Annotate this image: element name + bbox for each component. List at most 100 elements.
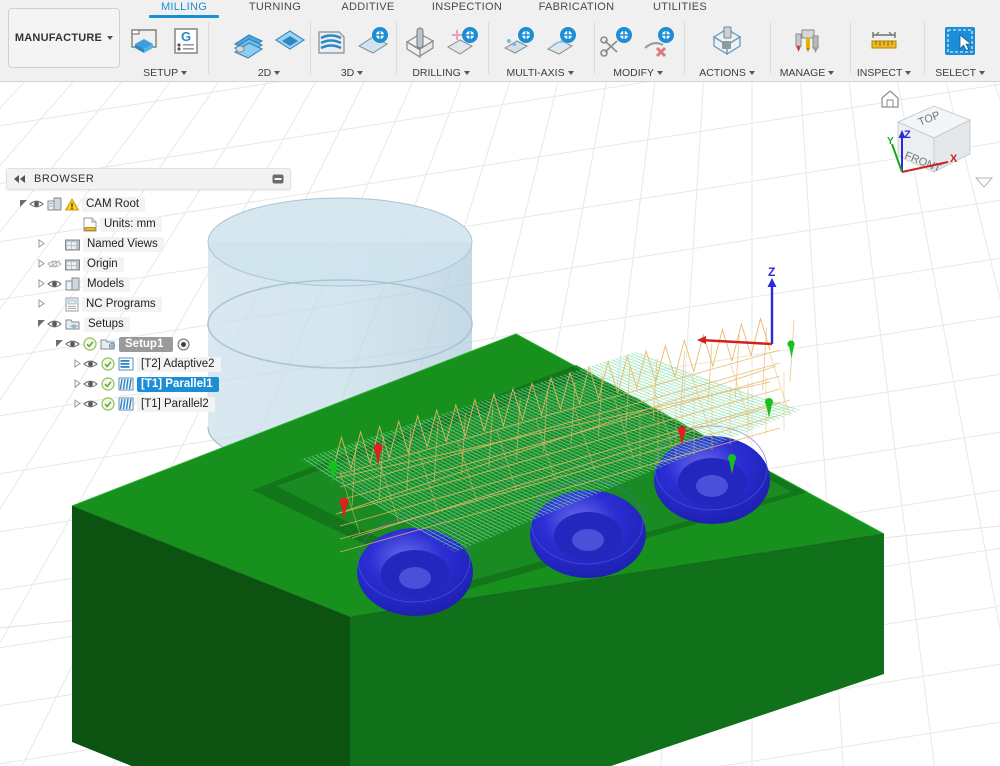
axis-y-label: Y [887,136,894,147]
tree-node-label[interactable]: Setup1 [119,336,174,352]
face-2d-icon[interactable] [229,22,267,60]
tree-node-units-mm[interactable]: Units: mm [6,214,291,234]
select-cursor-icon[interactable] [941,22,979,60]
chevron-down-icon [180,71,187,76]
panel-dropdown-drilling[interactable]: DRILLING [398,67,484,79]
tree-node-origin[interactable]: Origin [6,254,291,274]
ribbon-toolbar: MANUFACTURE MILLING TURNING ADDITIVE INSPEC… [0,0,1000,82]
panel-label: 3D [340,67,355,79]
wcs-origin-icon[interactable] [177,338,190,351]
adaptive-op-icon [118,357,134,371]
panel-dropdown-inspect[interactable]: INSPECT [848,67,920,79]
eye-visible-icon[interactable] [65,338,80,350]
tree-node-label[interactable]: Named Views [83,236,164,252]
ribbon-tab-inspection[interactable]: INSPECTION [427,1,507,13]
expand-toggle-closed-icon[interactable] [36,298,47,310]
expand-toggle-closed-icon[interactable] [36,278,47,290]
expand-toggle-open-icon[interactable] [18,199,29,210]
tree-node--t1-parallel2[interactable]: [T1] Parallel2 [6,394,291,414]
browser-header[interactable]: BROWSER [6,168,291,190]
panel-dropdown-select[interactable]: SELECT [924,67,996,79]
delete-icon[interactable] [640,22,678,60]
setup-node-icon [100,339,116,350]
ribbon-tab-turning[interactable]: TURNING [240,1,310,13]
eye-visible-icon[interactable] [83,398,98,410]
tree-node-label[interactable]: [T1] Parallel1 [137,376,219,392]
expand-toggle-closed-icon[interactable] [72,378,83,390]
tree-node--t1-parallel1[interactable]: [T1] Parallel1 [6,374,291,394]
expand-toggle-closed-icon[interactable] [36,258,47,270]
eye-visible-icon[interactable] [83,358,98,370]
status-ok-icon [101,377,115,391]
view-cube[interactable]: TOP FRONT Z Y X [858,82,998,202]
panel-dropdown-manage[interactable]: MANAGE [768,67,846,79]
expand-toggle-open-icon[interactable] [54,339,65,350]
panel-label: 2D [257,67,272,79]
expand-toggle-closed-icon[interactable] [72,398,83,410]
tree-node-label[interactable]: [T1] Parallel2 [137,396,215,412]
panel-dropdown-multi-axis[interactable]: MULTI-AXIS [490,67,590,79]
tree-node-label[interactable]: Models [83,276,131,292]
tree-node-setup1[interactable]: Setup1 [6,334,291,354]
ribbon-tab-fabrication[interactable]: FABRICATION [534,1,619,13]
browser-panel[interactable]: BROWSER CAM Root Units: mm Named Views O… [6,168,291,414]
eye-hidden-icon[interactable] [47,258,62,270]
chevron-down-icon [978,71,985,76]
chevron-down-icon [463,71,470,76]
panel-dropdown-setup[interactable]: SETUP [126,67,204,79]
tree-node-label[interactable]: Origin [83,256,124,272]
chevron-down-icon [357,71,364,76]
expand-toggle-open-icon[interactable] [36,319,47,330]
eye-visible-icon[interactable] [29,198,44,210]
eye-visible-icon[interactable] [83,378,98,390]
tree-node-named-views[interactable]: Named Views [6,234,291,254]
workspace-selector-button[interactable]: MANUFACTURE [8,8,120,68]
adaptive-3d-icon[interactable] [312,22,350,60]
ribbon-tab-utilities[interactable]: UTILITIES [645,1,715,13]
tree-node-models[interactable]: Models [6,274,291,294]
ribbon-panel-actions: ACTIONS [688,20,766,80]
expand-toggle-closed-icon[interactable] [72,358,83,370]
tree-node-nc-programs[interactable]: NC Programs [6,294,291,314]
panel-menu-icon[interactable] [272,173,284,185]
tree-node-label[interactable]: Setups [84,316,130,332]
post-process-g-icon[interactable]: G [167,22,205,60]
pocket-2d-icon[interactable] [271,22,309,60]
panel-dropdown-3d[interactable]: 3D [312,67,392,79]
setup-icon[interactable] [125,22,163,60]
browser-tree[interactable]: CAM Root Units: mm Named Views Origin Mo… [6,194,291,414]
eye-visible-icon[interactable] [47,278,62,290]
simulate-icon[interactable] [708,22,746,60]
ribbon-tab-milling[interactable]: MILLING [149,1,219,18]
panel-label: DRILLING [412,67,461,79]
status-ok-icon [101,357,115,371]
collapse-left-icon[interactable] [13,174,26,184]
multiaxis-icon[interactable] [500,22,538,60]
tree-node-label[interactable]: CAM Root [82,196,146,212]
panel-dropdown-actions[interactable]: ACTIONS [688,67,766,79]
tree-node-label[interactable]: [T2] Adaptive2 [137,356,221,372]
tree-node--t2-adaptive2[interactable]: [T2] Adaptive2 [6,354,291,374]
tool-library-icon[interactable] [788,22,826,60]
panel-dropdown-modify[interactable]: MODIFY [596,67,680,79]
scissors-icon[interactable] [598,22,636,60]
ribbon-panel-modify: MODIFY [596,20,680,80]
tree-node-label[interactable]: Units: mm [100,216,162,232]
parallel-3d-icon[interactable] [354,22,392,60]
tree-node-cam-root[interactable]: CAM Root [6,194,291,214]
chevron-down-icon [567,71,574,76]
drill-icon[interactable] [401,22,439,60]
tree-node-label[interactable]: NC Programs [82,296,162,312]
eye-visible-icon[interactable] [47,318,62,330]
ribbon-tab-additive[interactable]: ADDITIVE [333,1,403,13]
3d-viewport[interactable]: Z TOP FRONT Z Y X BROWSER CAM Root Units… [0,82,1000,766]
ribbon-tab-label: FABRICATION [538,1,615,13]
measure-icon[interactable] [865,22,903,60]
drill-new-icon[interactable] [443,22,481,60]
wcs-z-label: Z [768,265,775,279]
multiaxis-swarf-icon[interactable] [542,22,580,60]
tree-node-setups[interactable]: Setups [6,314,291,334]
eye-placeholder [65,218,80,230]
expand-toggle-closed-icon[interactable] [36,238,47,250]
panel-dropdown-2d[interactable]: 2D [232,67,306,79]
